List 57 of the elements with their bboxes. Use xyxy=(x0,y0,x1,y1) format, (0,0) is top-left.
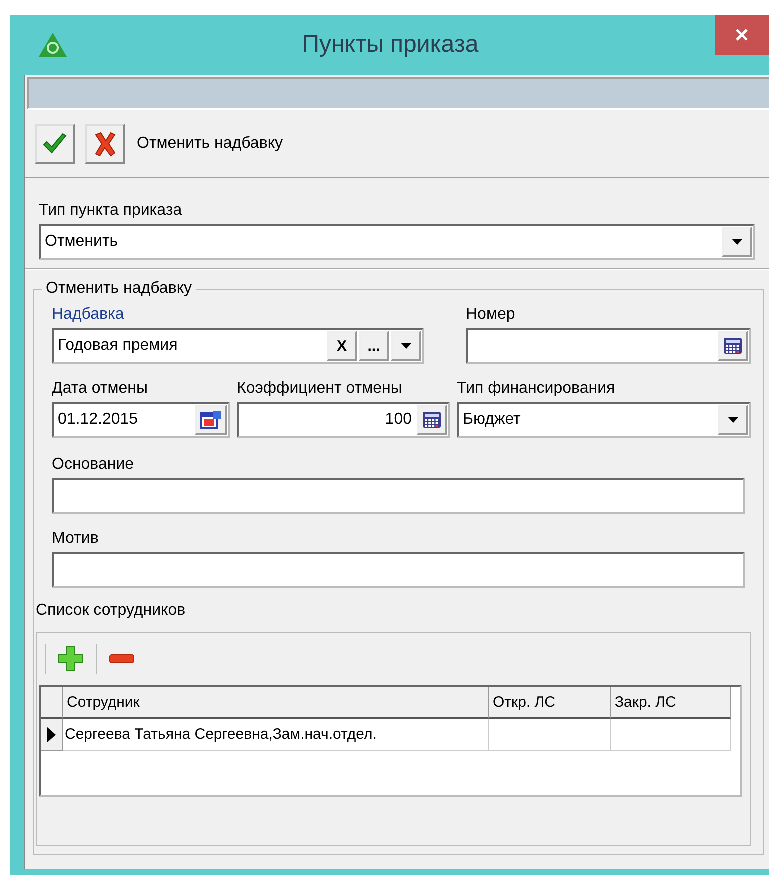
caret-icon xyxy=(732,239,742,245)
dropdown-button[interactable] xyxy=(718,405,748,435)
field-value: Годовая премия xyxy=(57,337,179,355)
toolbar-caption: Отменить надбавку xyxy=(137,134,283,152)
column-header[interactable]: Закр. ЛС xyxy=(611,687,731,719)
funding-dropdown[interactable]: Бюджет xyxy=(457,402,751,438)
close-icon xyxy=(735,28,749,42)
group-title: Отменить надбавку xyxy=(45,280,193,298)
field-label: Тип пункта приказа xyxy=(39,202,184,220)
caret-icon xyxy=(728,417,738,423)
calculator-icon xyxy=(723,337,743,355)
field-value: 01.12.2015 xyxy=(57,411,140,429)
field-label: Тип финансирования xyxy=(457,380,616,398)
window-title: Пункты приказа xyxy=(301,31,480,59)
checkmark-icon xyxy=(42,132,68,154)
column-header[interactable]: Сотрудник xyxy=(63,687,489,719)
order-type-dropdown[interactable]: Отменить xyxy=(39,224,755,260)
field-value: Отменить xyxy=(44,233,120,251)
basis-field[interactable] xyxy=(52,478,745,514)
row-indicator[interactable] xyxy=(41,719,63,751)
coefficient-field[interactable]: 100 xyxy=(237,402,450,438)
header-corner xyxy=(41,687,63,719)
calendar-button[interactable] xyxy=(195,405,227,435)
cancel-button[interactable] xyxy=(85,124,125,164)
plus-icon xyxy=(58,646,84,672)
calculator-button[interactable] xyxy=(417,405,447,435)
row-pointer-icon xyxy=(47,726,56,742)
remove-button[interactable] xyxy=(107,652,137,666)
close-button[interactable] xyxy=(715,15,769,55)
field-label: Номер xyxy=(466,306,516,324)
section-label: Список сотрудников xyxy=(36,602,187,620)
dropdown-button[interactable] xyxy=(391,331,421,361)
calculator-button[interactable] xyxy=(718,331,748,361)
motive-field[interactable] xyxy=(52,552,745,588)
caret-icon xyxy=(400,343,412,349)
dropdown-button[interactable] xyxy=(722,227,752,257)
column-header[interactable]: Откр. ЛС xyxy=(489,687,611,719)
calculator-icon xyxy=(422,411,442,429)
field-label: Надбавка xyxy=(52,306,124,324)
number-field[interactable] xyxy=(466,328,751,364)
field-label: Основание xyxy=(52,456,134,474)
add-button[interactable] xyxy=(56,644,86,674)
field-label: Дата отмены xyxy=(52,380,148,398)
calendar-icon xyxy=(200,410,222,430)
field-label: Коэффициент отмены xyxy=(237,380,402,398)
field-label: Мотив xyxy=(52,530,99,548)
field-value: Бюджет xyxy=(462,411,522,429)
ok-button[interactable] xyxy=(35,124,75,164)
field-value: 100 xyxy=(384,411,413,429)
app-logo-icon xyxy=(38,32,68,58)
allowance-dropdown[interactable]: Годовая премия X ... xyxy=(52,328,424,364)
date-field[interactable]: 01.12.2015 xyxy=(52,402,230,438)
browse-button[interactable]: ... xyxy=(359,331,389,361)
minus-icon xyxy=(109,654,135,664)
clear-button[interactable]: X xyxy=(327,331,357,361)
cell-text: Сергеева Татьяна Сергеевна,Зам.нач.отдел. xyxy=(65,726,377,743)
cross-icon xyxy=(93,130,117,156)
